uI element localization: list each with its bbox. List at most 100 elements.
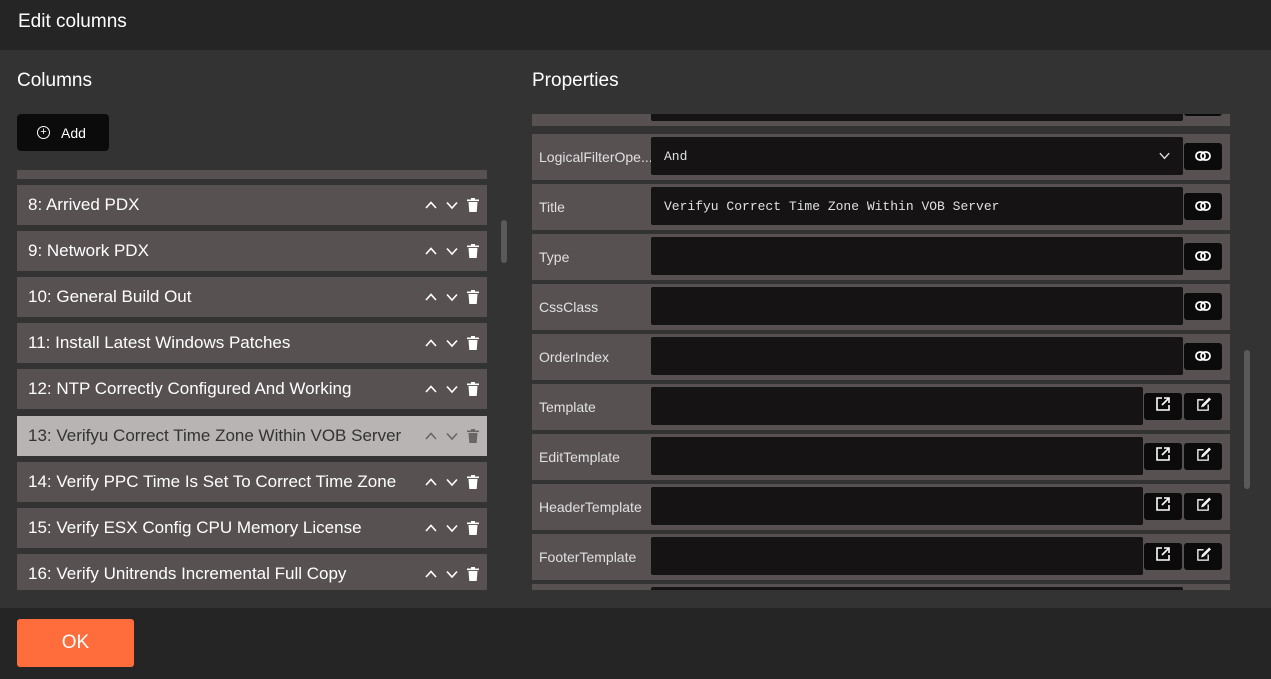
column-item[interactable]: 14: Verify PPC Time Is Set To Correct Ti… <box>17 462 487 502</box>
properties-scrollbar[interactable] <box>1244 350 1250 489</box>
move-up-icon[interactable] <box>423 243 439 259</box>
column-item-label: 13: Verifyu Correct Time Zone Within VOB… <box>28 426 402 445</box>
open-template-button[interactable] <box>1144 493 1182 520</box>
ok-button[interactable]: OK <box>17 619 134 667</box>
css-class-input[interactable] <box>651 287 1183 325</box>
property-label: EditTemplate <box>539 449 620 465</box>
external-link-icon <box>1155 446 1171 467</box>
property-row: OrderIndex <box>532 334 1230 380</box>
external-link-icon <box>1155 546 1171 567</box>
bind-button[interactable] <box>1184 143 1222 170</box>
edit-template-button[interactable] <box>1184 543 1222 570</box>
add-circle-icon: + <box>37 126 50 139</box>
template-input[interactable] <box>651 387 1143 425</box>
trash-icon[interactable] <box>465 243 481 259</box>
edit-template-button[interactable] <box>1184 393 1222 420</box>
column-item-selected[interactable]: 13: Verifyu Correct Time Zone Within VOB… <box>17 416 487 456</box>
column-item-label: 14: Verify PPC Time Is Set To Correct Ti… <box>28 472 397 491</box>
move-up-icon[interactable] <box>423 474 439 490</box>
column-item-label: 16: Verify Unitrends Incremental Full Co… <box>28 564 347 583</box>
trash-icon[interactable] <box>465 335 481 351</box>
trash-icon[interactable] <box>465 289 481 305</box>
column-item[interactable]: 11: Install Latest Windows Patches <box>17 323 487 363</box>
move-down-icon[interactable] <box>444 428 460 444</box>
move-up-icon[interactable] <box>423 428 439 444</box>
property-field-partial[interactable] <box>651 587 1183 590</box>
order-index-input[interactable] <box>651 337 1183 375</box>
move-down-icon[interactable] <box>444 381 460 397</box>
trash-icon[interactable] <box>465 197 481 213</box>
external-link-icon <box>1155 496 1171 517</box>
move-down-icon[interactable] <box>444 520 460 536</box>
move-down-icon[interactable] <box>444 474 460 490</box>
property-label: OrderIndex <box>539 349 610 365</box>
column-item[interactable]: 9: Network PDX <box>17 231 487 271</box>
move-down-icon[interactable] <box>444 289 460 305</box>
column-item-label: 9: Network PDX <box>28 241 149 260</box>
property-row: HeaderTemplate <box>532 484 1230 530</box>
column-item-label: 12: NTP Correctly Configured And Working <box>28 379 352 398</box>
properties-grid: LogicalFilterOpe... And Title Verifyu Co… <box>532 114 1230 590</box>
move-up-icon[interactable] <box>423 566 439 582</box>
move-down-icon[interactable] <box>444 566 460 582</box>
column-item[interactable]: 16: Verify Unitrends Incremental Full Co… <box>17 554 487 590</box>
move-down-icon[interactable] <box>444 197 460 213</box>
move-down-icon[interactable] <box>444 335 460 351</box>
header-template-input[interactable] <box>651 487 1143 525</box>
add-column-button[interactable]: + Add <box>17 114 109 151</box>
move-up-icon[interactable] <box>423 197 439 213</box>
link-icon <box>1195 298 1211 316</box>
column-item[interactable]: 8: Arrived PDX <box>17 185 487 225</box>
property-label: LogicalFilterOpe... <box>539 149 651 165</box>
trash-icon[interactable] <box>465 474 481 490</box>
property-row: FooterTemplate <box>532 534 1230 580</box>
property-label: Template <box>539 399 596 415</box>
add-button-label: Add <box>61 124 86 141</box>
trash-icon[interactable] <box>465 381 481 397</box>
properties-heading: Properties <box>532 70 619 91</box>
list-item-partial[interactable] <box>17 170 487 179</box>
property-field-partial[interactable] <box>651 114 1183 121</box>
edit-template-input[interactable] <box>651 437 1143 475</box>
column-item[interactable]: 10: General Build Out <box>17 277 487 317</box>
bind-button[interactable] <box>1184 343 1222 370</box>
move-up-icon[interactable] <box>423 520 439 536</box>
bind-button[interactable] <box>1184 114 1222 116</box>
columns-scrollbar[interactable] <box>501 220 507 263</box>
edit-template-button[interactable] <box>1184 443 1222 470</box>
property-label: HeaderTemplate <box>539 499 642 515</box>
title-input[interactable]: Verifyu Correct Time Zone Within VOB Ser… <box>651 187 1183 225</box>
columns-list: 8: Arrived PDX 9: Network PDX 10: Genera… <box>17 170 487 590</box>
bind-button[interactable] <box>1184 193 1222 220</box>
trash-icon[interactable] <box>465 428 481 444</box>
move-up-icon[interactable] <box>423 289 439 305</box>
property-label: FooterTemplate <box>539 549 637 565</box>
column-item-label: 15: Verify ESX Config CPU Memory License <box>28 518 362 537</box>
bind-button[interactable] <box>1184 293 1222 320</box>
edit-icon <box>1196 546 1211 567</box>
property-row-partial <box>532 114 1230 126</box>
column-item[interactable]: 15: Verify ESX Config CPU Memory License <box>17 508 487 548</box>
link-icon <box>1195 198 1211 216</box>
chevron-down-icon <box>1158 149 1171 166</box>
logical-filter-operator-select[interactable]: And <box>651 137 1183 175</box>
open-template-button[interactable] <box>1144 543 1182 570</box>
footer-template-input[interactable] <box>651 537 1143 575</box>
trash-icon[interactable] <box>465 566 481 582</box>
open-template-button[interactable] <box>1144 443 1182 470</box>
edit-template-button[interactable] <box>1184 493 1222 520</box>
type-input[interactable] <box>651 237 1183 275</box>
property-row: EditTemplate <box>532 434 1230 480</box>
columns-heading: Columns <box>17 70 92 91</box>
column-item[interactable]: 12: NTP Correctly Configured And Working <box>17 369 487 409</box>
property-row: Template <box>532 384 1230 430</box>
open-template-button[interactable] <box>1144 393 1182 420</box>
move-down-icon[interactable] <box>444 243 460 259</box>
bind-button[interactable] <box>1184 243 1222 270</box>
property-row: Type <box>532 234 1230 280</box>
trash-icon[interactable] <box>465 520 481 536</box>
move-up-icon[interactable] <box>423 381 439 397</box>
select-value: And <box>664 148 688 164</box>
move-up-icon[interactable] <box>423 335 439 351</box>
property-row: CssClass <box>532 284 1230 330</box>
